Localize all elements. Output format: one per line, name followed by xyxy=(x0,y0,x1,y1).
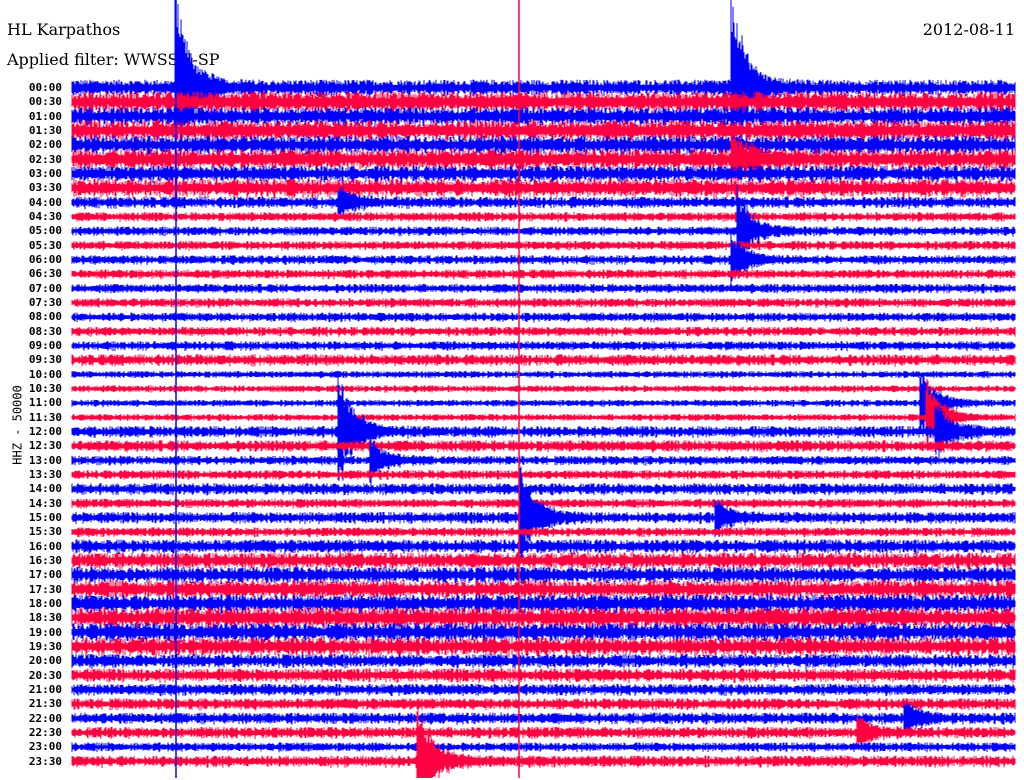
trace-line xyxy=(71,470,1016,480)
trace-line xyxy=(71,668,1016,684)
trace-line xyxy=(71,230,1016,290)
trace-line xyxy=(71,178,1016,199)
trace-line xyxy=(71,698,1016,711)
trace-line xyxy=(71,283,1016,294)
trace-line xyxy=(71,371,1016,379)
helicorder-chart: HL Karpathos Applied filter: WWSSN-SP 20… xyxy=(0,0,1024,780)
trace-line xyxy=(71,341,1016,352)
trace-line xyxy=(71,683,1016,697)
trace-line xyxy=(71,701,1016,778)
trace-line xyxy=(71,354,1016,367)
trace-line xyxy=(71,742,1016,753)
trace-line xyxy=(71,483,1016,496)
trace-line xyxy=(71,326,1016,337)
trace-line xyxy=(71,269,1016,280)
trace-line xyxy=(71,212,1016,223)
trace-line xyxy=(71,440,1016,453)
trace-line xyxy=(71,240,1016,251)
seismogram-plot xyxy=(71,0,1016,778)
trace-line xyxy=(71,385,1016,393)
trace-line xyxy=(71,654,1016,669)
trace-line xyxy=(71,374,1016,434)
trace-line xyxy=(71,165,1016,183)
trace-line xyxy=(71,312,1016,323)
trace-line xyxy=(71,539,1016,555)
trace-line xyxy=(71,298,1016,309)
